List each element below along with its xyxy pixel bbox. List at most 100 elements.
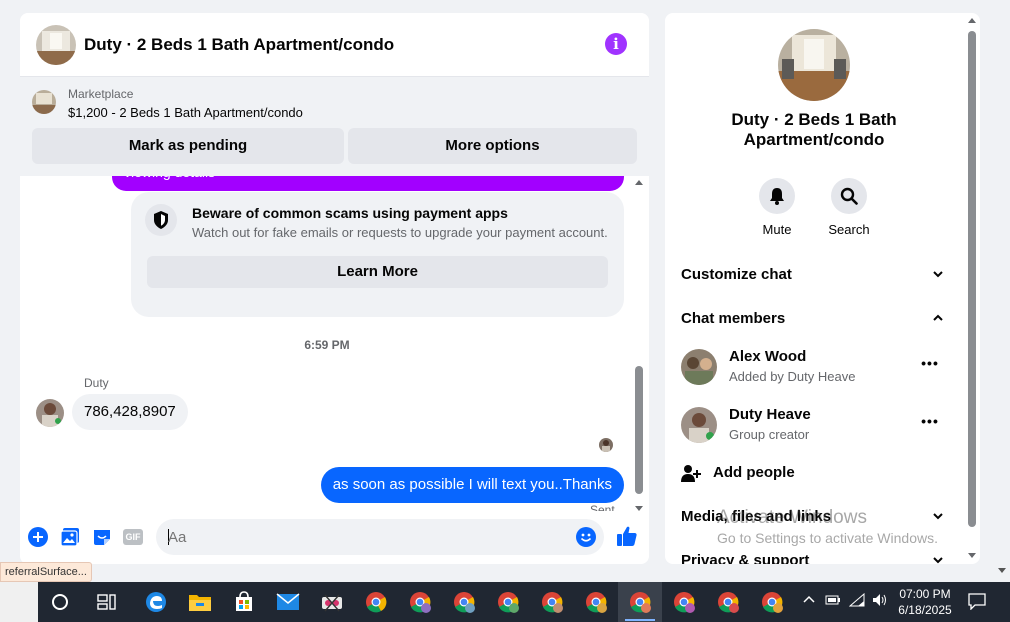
member-name[interactable]: Alex Wood xyxy=(729,348,806,365)
more-options-icon[interactable]: ••• xyxy=(919,355,941,377)
mute-label: Mute xyxy=(762,222,792,237)
chevron-up-icon[interactable] xyxy=(802,593,816,610)
privacy-support-label: Privacy & support xyxy=(681,552,810,564)
chrome-profile-icon[interactable] xyxy=(494,588,522,616)
emoji-icon[interactable] xyxy=(576,527,596,547)
thumbs-up-icon[interactable] xyxy=(616,525,638,547)
chrome-profile-icon[interactable] xyxy=(714,588,742,616)
active-taskbar-indicator xyxy=(625,619,655,621)
add-person-icon xyxy=(681,465,701,482)
info-icon[interactable]: i xyxy=(605,33,627,55)
member-role: Group creator xyxy=(729,427,810,442)
member-avatar[interactable] xyxy=(681,349,717,385)
taskbar-left-blank xyxy=(0,582,38,622)
chevron-down-icon xyxy=(933,557,943,564)
gif-icon[interactable]: GIF xyxy=(122,526,144,548)
chat-members-label: Chat members xyxy=(681,310,786,327)
search-label: Search xyxy=(828,222,870,237)
marketplace-banner: Marketplace $1,200 - 2 Beds 1 Bath Apart… xyxy=(20,77,649,176)
page-scroll-down-arrow[interactable] xyxy=(998,568,1006,573)
windows-taskbar: 07:00 PM 6/18/2025 xyxy=(0,582,1010,622)
chat-info-panel: Duty · 2 Beds 1 Bath Apartment/condo Mut… xyxy=(665,13,980,564)
chat-photo[interactable] xyxy=(778,29,850,101)
sender-avatar[interactable] xyxy=(36,399,64,427)
member-role: Added by Duty Heave xyxy=(729,369,856,384)
mute-button[interactable]: Mute xyxy=(747,178,807,237)
scroll-down-arrow[interactable] xyxy=(635,506,643,511)
message-composer: GIF xyxy=(20,513,649,564)
message-scrollbar[interactable] xyxy=(632,176,646,511)
chrome-profile-icon[interactable] xyxy=(758,588,786,616)
wifi-icon[interactable] xyxy=(848,592,865,610)
learn-more-button[interactable]: Learn More xyxy=(147,256,608,288)
mark-pending-button[interactable]: Mark as pending xyxy=(32,128,344,164)
chat-header: Duty · 2 Beds 1 Bath Apartment/condo i xyxy=(20,13,649,77)
outgoing-message-bubble[interactable]: as soon as possible I will text you..Tha… xyxy=(320,467,624,503)
chat-info-title: Duty · 2 Beds 1 Bath Apartment/condo xyxy=(731,110,897,149)
search-button[interactable]: Search xyxy=(819,178,879,237)
chrome-profile-icon[interactable] xyxy=(538,588,566,616)
volume-icon[interactable] xyxy=(872,593,888,610)
store-icon[interactable] xyxy=(230,588,258,616)
chat-panel: Duty · 2 Beds 1 Bath Apartment/condo i M… xyxy=(20,13,649,564)
chrome-profile-icon[interactable] xyxy=(406,588,434,616)
message-timestamp: 6:59 PM xyxy=(304,338,350,352)
member-row[interactable]: Alex Wood Added by Duty Heave ••• xyxy=(665,342,965,392)
clock-date: 6/18/2025 xyxy=(898,603,952,617)
scroll-down-arrow[interactable] xyxy=(968,553,976,558)
incoming-message-bubble[interactable]: 786,428,8907 xyxy=(72,394,188,430)
sent-status: Sent xyxy=(590,503,615,511)
chat-members-section[interactable]: Chat members xyxy=(665,299,965,339)
edge-icon[interactable] xyxy=(142,588,170,616)
more-options-icon[interactable]: ••• xyxy=(919,413,941,435)
chat-title: Duty · 2 Beds 1 Bath Apartment/condo xyxy=(84,35,395,54)
taskbar-clock[interactable]: 07:00 PM 6/18/2025 xyxy=(890,586,960,618)
customize-chat-section[interactable]: Customize chat xyxy=(665,255,965,295)
marketplace-label: Marketplace xyxy=(68,87,134,101)
chrome-profile-icon[interactable] xyxy=(670,588,698,616)
activate-windows-subtext: Go to Settings to activate Windows. xyxy=(717,530,938,546)
task-view-icon[interactable] xyxy=(93,588,121,616)
customize-chat-label: Customize chat xyxy=(681,266,792,283)
search-circle-icon[interactable] xyxy=(46,588,74,616)
battery-icon[interactable] xyxy=(825,593,841,610)
chrome-profile-icon[interactable] xyxy=(450,588,478,616)
photo-icon[interactable] xyxy=(59,526,81,548)
chrome-profile-icon[interactable] xyxy=(582,588,610,616)
chat-avatar[interactable] xyxy=(36,25,76,65)
notification-icon[interactable] xyxy=(968,592,986,613)
chrome-profile-icon[interactable] xyxy=(626,588,654,616)
snipping-tool-icon[interactable] xyxy=(318,588,346,616)
chevron-down-icon xyxy=(933,271,943,278)
file-explorer-icon[interactable] xyxy=(186,588,214,616)
add-people-label: Add people xyxy=(713,464,795,481)
scam-warning-card: Beware of common scams using payment app… xyxy=(131,192,624,317)
activate-windows-watermark: Activate Windows xyxy=(717,507,867,528)
sticker-icon[interactable] xyxy=(91,526,113,548)
seen-avatar xyxy=(599,438,613,452)
member-row[interactable]: Duty Heave Group creator ••• xyxy=(665,400,965,450)
plus-icon[interactable] xyxy=(27,526,49,548)
more-options-button[interactable]: More options xyxy=(348,128,637,164)
clock-time: 07:00 PM xyxy=(899,587,951,601)
listing-thumbnail[interactable] xyxy=(32,90,56,114)
scroll-up-arrow[interactable] xyxy=(635,180,643,185)
chrome-icon[interactable] xyxy=(362,588,390,616)
scroll-up-arrow[interactable] xyxy=(968,18,976,23)
outgoing-message-bubble: viewing details xyxy=(112,176,624,191)
scam-warning-title: Beware of common scams using payment app… xyxy=(192,205,508,221)
member-name[interactable]: Duty Heave xyxy=(729,406,811,423)
scam-warning-text: Watch out for fake emails or requests to… xyxy=(192,225,608,240)
scrollbar-thumb[interactable] xyxy=(968,31,976,527)
bell-icon xyxy=(759,178,795,214)
listing-title[interactable]: $1,200 - 2 Beds 1 Bath Apartment/condo xyxy=(68,105,303,120)
member-avatar[interactable] xyxy=(681,407,717,443)
mail-icon[interactable] xyxy=(274,588,302,616)
message-input[interactable] xyxy=(168,519,558,555)
add-people-button[interactable]: Add people xyxy=(665,456,965,492)
sender-name: Duty xyxy=(84,376,109,390)
message-input-container[interactable] xyxy=(156,519,604,555)
info-panel-scrollbar[interactable] xyxy=(965,13,980,564)
scrollbar-thumb[interactable] xyxy=(635,366,643,494)
search-icon xyxy=(831,178,867,214)
